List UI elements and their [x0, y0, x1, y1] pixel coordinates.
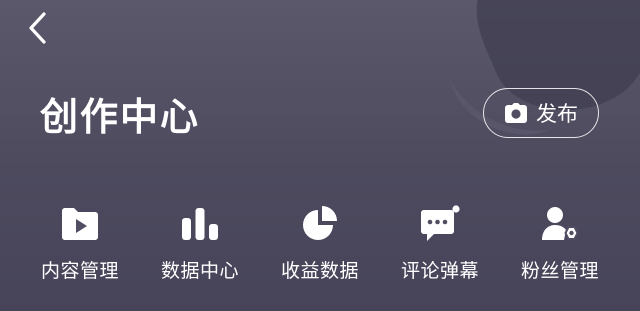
- creator-menu: 内容管理 数据中心 收益数据 评论弹幕 粉丝管理: [20, 200, 620, 283]
- bar-chart-icon: [180, 200, 220, 248]
- menu-item-earnings-data[interactable]: 收益数据: [260, 200, 380, 283]
- folder-play-icon: [60, 200, 100, 248]
- menu-item-content-management[interactable]: 内容管理: [20, 200, 140, 283]
- publish-button[interactable]: 发布: [483, 88, 599, 138]
- menu-item-fan-management[interactable]: 粉丝管理: [500, 200, 620, 283]
- menu-item-label: 收益数据: [280, 260, 359, 282]
- menu-item-label: 内容管理: [40, 260, 119, 282]
- menu-item-label: 粉丝管理: [520, 260, 599, 282]
- menu-item-label: 评论弹幕: [400, 260, 479, 282]
- comment-bubble-icon: [418, 200, 462, 248]
- menu-item-label: 数据中心: [160, 260, 239, 282]
- back-button[interactable]: [18, 8, 58, 48]
- page-title: 创作中心: [40, 95, 201, 139]
- user-gear-icon: [540, 200, 580, 248]
- menu-item-data-center[interactable]: 数据中心: [140, 200, 260, 283]
- publish-label: 发布: [536, 102, 578, 126]
- chevron-left-icon: [29, 12, 46, 44]
- pie-chart-icon: [300, 200, 340, 248]
- camera-icon: [504, 102, 528, 124]
- menu-item-comments-danmaku[interactable]: 评论弹幕: [380, 200, 500, 283]
